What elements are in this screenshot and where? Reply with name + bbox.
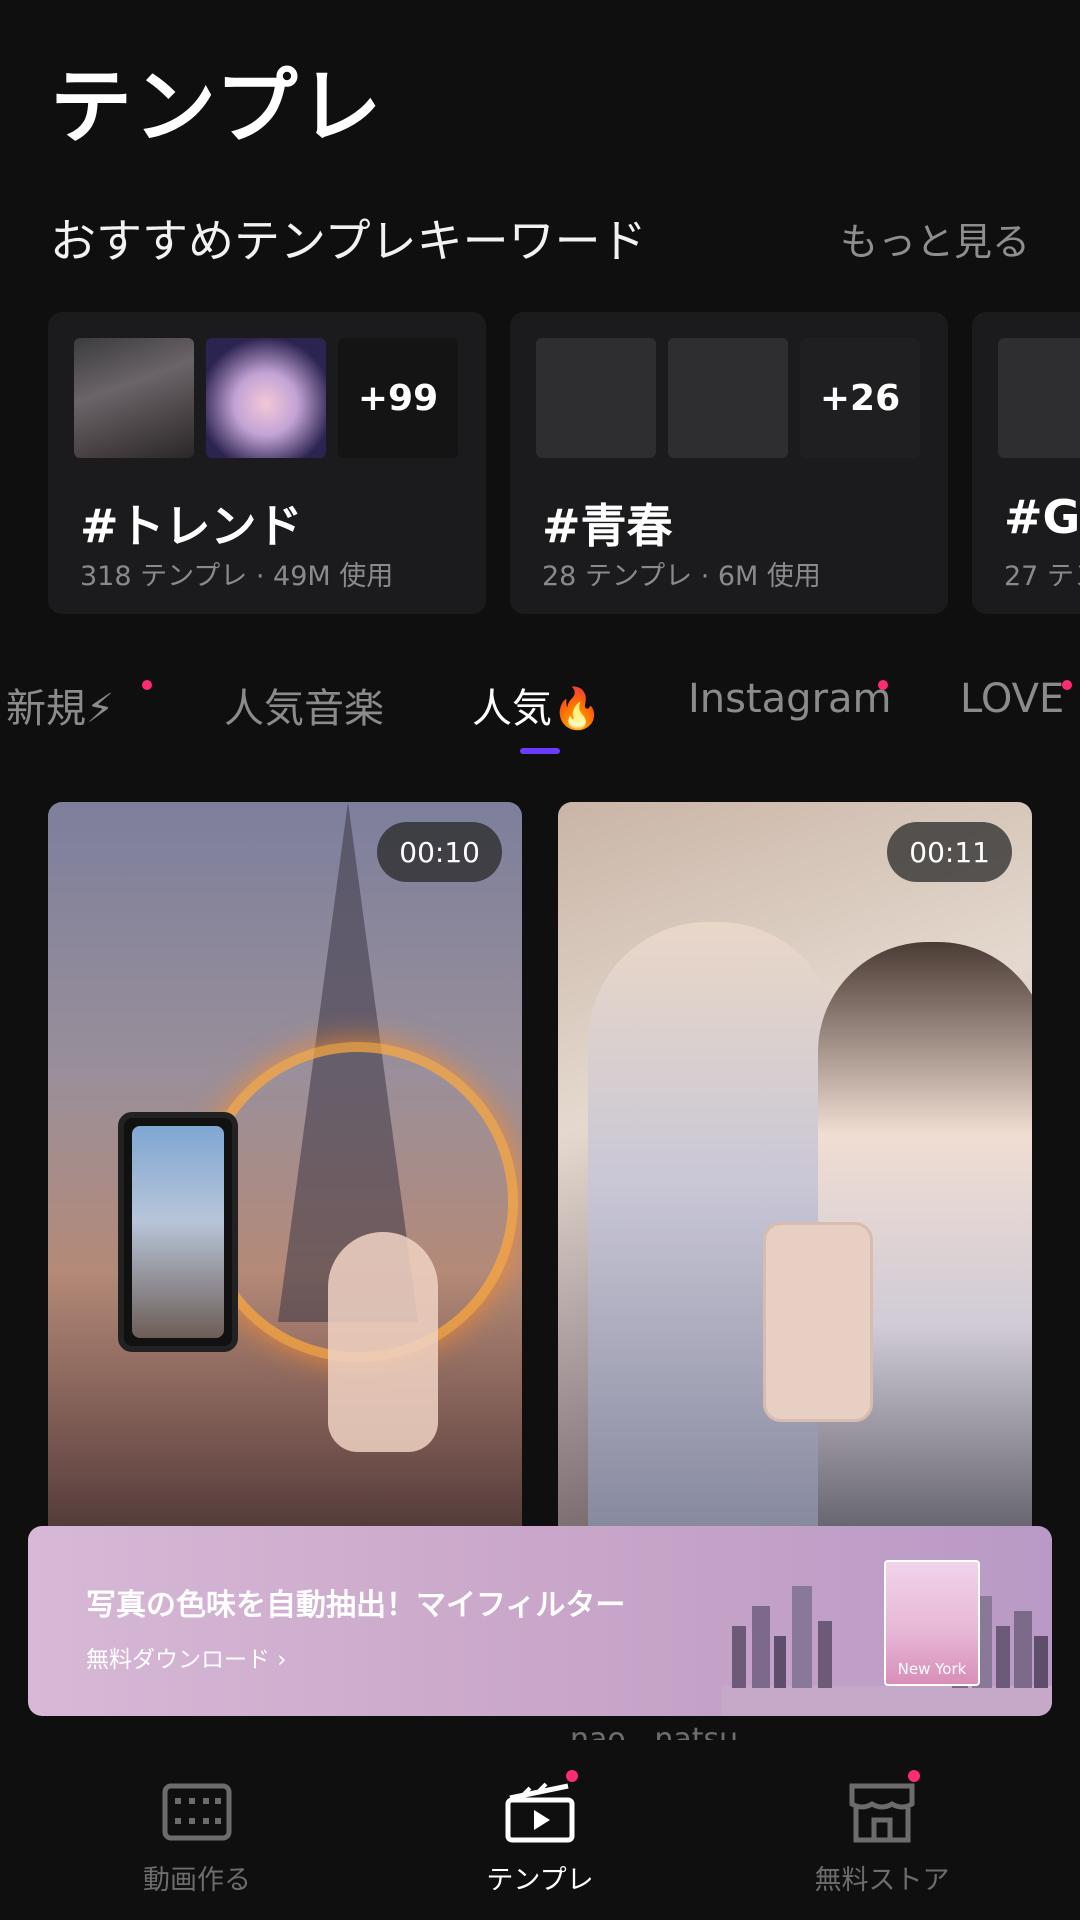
notification-dot [878, 680, 888, 690]
see-more-link[interactable]: もっと見る [840, 211, 1030, 266]
video-duration-badge: 00:10 [377, 822, 502, 882]
tab-popular-music[interactable]: 人気音楽 [224, 676, 384, 734]
city-label: New York [897, 1660, 967, 1678]
keyword-card-gw[interactable]: #GW 27 テンプ [972, 312, 1080, 614]
tab-instagram[interactable]: Instagram [688, 676, 892, 722]
bottom-navigation: 動画作る テンプレ 無料ストア [0, 1740, 1080, 1920]
clapperboard-icon [504, 1770, 578, 1844]
keyword-thumbnail [668, 338, 788, 458]
nav-templates[interactable]: テンプレ [440, 1770, 640, 1897]
keyword-meta: 318 テンプレ · 49M 使用 [80, 561, 394, 592]
film-icon [161, 1780, 233, 1844]
keyword-meta: 28 テンプレ · 6M 使用 [542, 561, 821, 592]
video-duration-badge: 00:11 [887, 822, 1012, 882]
keyword-more-count: +99 [357, 377, 439, 419]
keyword-thumbnail [74, 338, 194, 458]
keyword-more-thumbnail: +26 [800, 338, 920, 458]
banner-title: 写真の色味を自動抽出！マイフィルター [86, 1588, 626, 1623]
keyword-meta: 27 テンプ [1004, 561, 1080, 592]
keyword-name: #トレンド [80, 499, 303, 553]
keywords-section-title: おすすめテンプレキーワード [50, 214, 647, 268]
keyword-card-trend[interactable]: +99 #トレンド 318 テンプレ · 49M 使用 [48, 312, 486, 614]
banner-download-link[interactable]: 無料ダウンロード › [86, 1640, 287, 1674]
tab-popular[interactable]: 人気🔥 [472, 676, 602, 734]
template-video-card[interactable]: 00:10 [48, 802, 522, 1582]
notification-dot [142, 680, 152, 690]
notification-dot [566, 1770, 578, 1782]
nav-label: テンプレ [486, 1865, 594, 1896]
tab-love[interactable]: LOVE [960, 676, 1064, 722]
keyword-carousel[interactable]: +99 #トレンド 318 テンプレ · 49M 使用 +26 #青春 28 テ… [48, 312, 1080, 614]
video-thumbnail-art [763, 1222, 873, 1422]
keyword-thumbnail [998, 338, 1080, 458]
category-tabs: 新規⚡ 人気音楽 人気🔥 Instagram LOVE [0, 676, 1080, 766]
active-tab-indicator [520, 748, 560, 754]
store-icon [846, 1770, 920, 1844]
page-title: テンプレ [50, 60, 384, 155]
city-preview-card: New York [884, 1560, 980, 1686]
nav-label: 動画作る [143, 1865, 251, 1896]
keyword-card-seishun[interactable]: +26 #青春 28 テンプレ · 6M 使用 [510, 312, 948, 614]
template-video-card[interactable]: 00:11 [558, 802, 1032, 1582]
keyword-more-count: +26 [819, 377, 901, 419]
nav-free-store[interactable]: 無料ストア [782, 1770, 982, 1897]
keyword-name: #GW [1004, 490, 1080, 544]
video-thumbnail-art [328, 1232, 438, 1452]
keyword-thumbnail [206, 338, 326, 458]
keyword-thumbnail [536, 338, 656, 458]
tab-new[interactable]: 新規⚡ [6, 676, 114, 734]
nav-label: 無料ストア [814, 1865, 950, 1896]
notification-dot [1062, 680, 1072, 690]
keyword-more-thumbnail: +99 [338, 338, 458, 458]
notification-dot [908, 1770, 920, 1782]
nav-create-video[interactable]: 動画作る [97, 1780, 297, 1897]
promo-banner[interactable]: 写真の色味を自動抽出！マイフィルター 無料ダウンロード › New York [28, 1526, 1052, 1716]
keywords-section-header: おすすめテンプレキーワード もっと見る [50, 208, 1030, 268]
video-thumbnail-art [118, 1112, 238, 1352]
keyword-name: #青春 [542, 499, 673, 553]
